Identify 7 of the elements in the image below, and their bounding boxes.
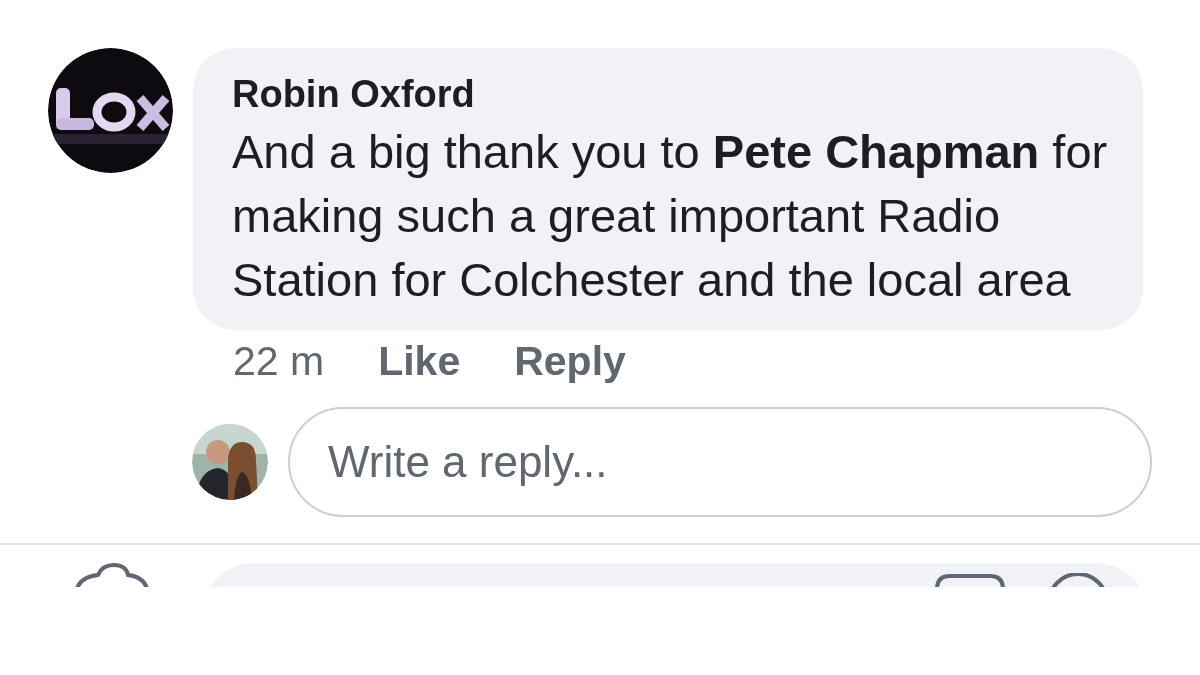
author-name[interactable]: Robin Oxford: [232, 72, 1113, 116]
comment-text: And a big thank you to Pete Chapman for making such a great important Radio Station for Colchester and the local area: [232, 124, 1109, 308]
like-link[interactable]: Like: [378, 338, 461, 385]
reply-link[interactable]: Reply: [514, 338, 626, 385]
reply-field[interactable]: Write a reply...: [288, 407, 1152, 517]
reply-input[interactable]: Write a reply...: [326, 436, 1114, 488]
timestamp: 22 m: [233, 338, 325, 385]
